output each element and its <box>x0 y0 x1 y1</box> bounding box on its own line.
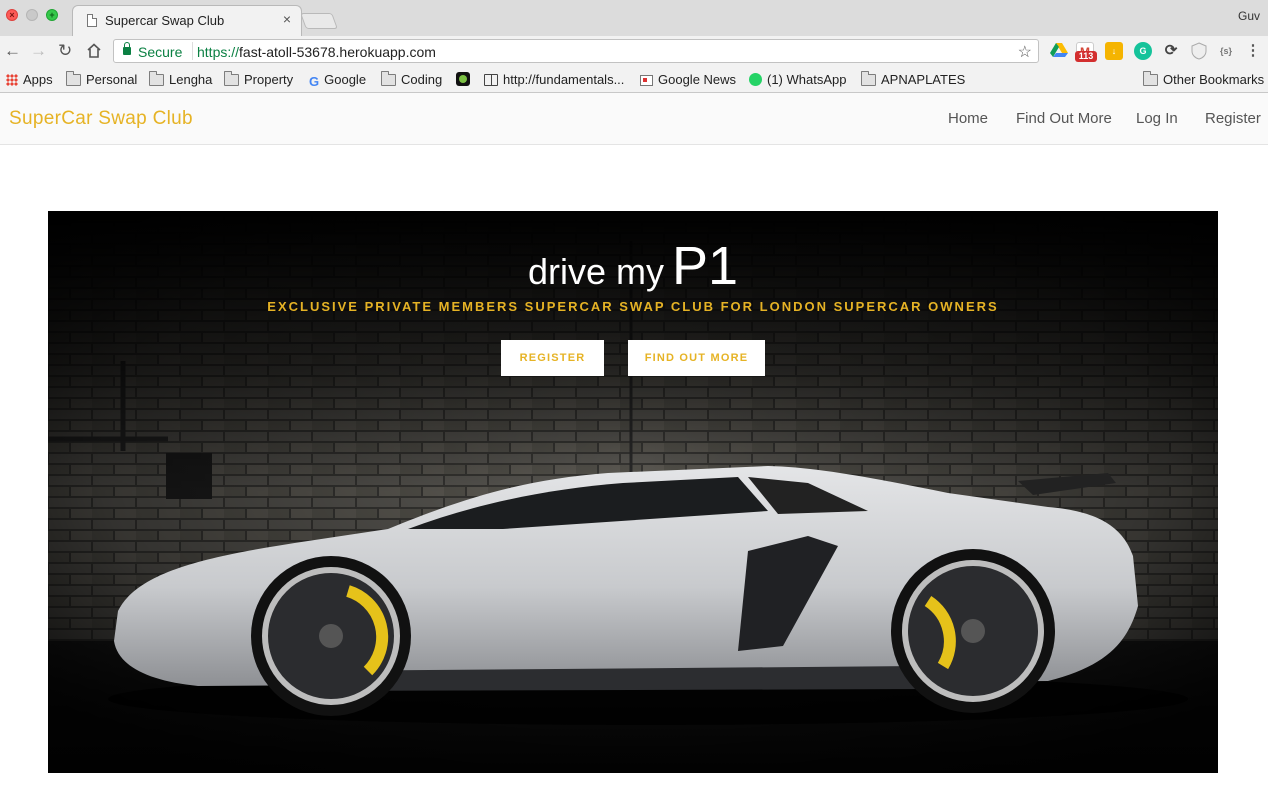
hero-find-out-more-button[interactable]: FIND OUT MORE <box>628 340 765 376</box>
url-scheme: https:// <box>197 44 240 60</box>
json-extension-icon[interactable]: {s} <box>1217 42 1235 60</box>
folder-icon <box>381 71 396 86</box>
browser-tab[interactable]: Supercar Swap Club × <box>72 5 302 36</box>
new-tab-button[interactable] <box>300 13 338 29</box>
bookmark-apnaplates[interactable]: APNAPLATES <box>861 71 965 87</box>
tab-title: Supercar Swap Club <box>105 13 225 28</box>
bookmark-google-news[interactable]: Google News <box>640 72 736 87</box>
close-window-button[interactable]: × <box>6 9 18 21</box>
hero-section: drive my P1 EXCLUSIVE PRIVATE MEMBERS SUP… <box>48 211 1218 773</box>
green-dot-icon <box>456 72 470 86</box>
url-host: fast-atoll-53678.herokuapp.com <box>239 44 436 60</box>
hero-headline: drive my P1 <box>48 235 1218 297</box>
folder-icon <box>224 71 239 86</box>
book-icon <box>484 74 498 86</box>
nav-log-in[interactable]: Log In <box>1136 110 1178 127</box>
more-menu-icon[interactable]: ⋮ <box>1244 42 1262 60</box>
whatsapp-icon <box>749 73 762 86</box>
nav-find-out-more[interactable]: Find Out More <box>1016 110 1112 127</box>
address-bar[interactable]: Secure https://fast-atoll-53678.herokuap… <box>113 39 1039 63</box>
hero-headline-prefix: drive my <box>527 251 664 292</box>
grammarly-icon[interactable]: G <box>1134 42 1152 60</box>
apps-grid-icon <box>6 74 18 86</box>
bookmark-property[interactable]: Property <box>224 71 293 87</box>
folder-icon <box>1143 71 1158 86</box>
bookmark-apps[interactable]: Apps <box>6 72 53 87</box>
bookmark-google[interactable]: G Google <box>309 72 366 89</box>
site-brand-link[interactable]: SuperCar Swap Club <box>9 108 193 130</box>
lock-icon <box>123 42 131 55</box>
sync-extension-icon[interactable]: ⟳ <box>1162 42 1180 60</box>
bookmark-fundamentals[interactable]: http://fundamentals... <box>484 72 624 87</box>
folder-icon <box>861 71 876 86</box>
folder-icon <box>66 71 81 86</box>
download-extension-icon[interactable]: ↓ <box>1105 42 1123 60</box>
folder-icon <box>149 71 164 86</box>
nav-home[interactable]: Home <box>948 110 988 127</box>
shield-extension-icon[interactable] <box>1191 42 1207 60</box>
profile-name[interactable]: Guv <box>1238 9 1260 23</box>
tab-close-button[interactable]: × <box>283 11 291 27</box>
back-arrow-icon[interactable]: ← <box>4 41 21 61</box>
forward-arrow-icon[interactable]: → <box>30 41 47 61</box>
bookmark-whatsapp[interactable]: (1) WhatsApp <box>749 72 846 87</box>
hero-tagline: EXCLUSIVE PRIVATE MEMBERS SUPERCAR SWAP … <box>267 299 999 314</box>
browser-tabstrip: × + Supercar Swap Club × Guv <box>0 0 1268 36</box>
bookmark-coding[interactable]: Coding <box>381 71 442 87</box>
secure-label: Secure <box>138 44 183 60</box>
news-icon <box>640 75 653 86</box>
google-icon: G <box>309 74 320 89</box>
hero-headline-model: P1 <box>671 236 739 296</box>
reload-icon[interactable]: ↻ <box>58 41 72 61</box>
nav-register[interactable]: Register <box>1205 110 1261 127</box>
site-navbar: SuperCar Swap Club Home Find Out More Lo… <box>0 93 1268 145</box>
bookmark-star-icon[interactable]: ☆ <box>1018 42 1032 62</box>
fullscreen-window-button[interactable]: + <box>46 9 58 21</box>
bookmarks-bar: Apps Personal Lengha Property G Google Co… <box>0 67 1268 93</box>
google-drive-icon[interactable] <box>1050 42 1068 58</box>
bookmark-green-dot[interactable] <box>456 72 475 87</box>
address-divider <box>192 42 193 60</box>
other-bookmarks[interactable]: Other Bookmarks <box>1143 71 1264 87</box>
browser-toolbar: ← → ↻ Secure https://fast-atoll-53678.he… <box>0 36 1268 67</box>
bookmark-lengha[interactable]: Lengha <box>149 71 212 87</box>
bookmark-personal[interactable]: Personal <box>66 71 137 87</box>
url-text[interactable]: https://fast-atoll-53678.herokuapp.com <box>197 44 436 60</box>
minimize-window-button[interactable] <box>26 9 38 21</box>
home-icon[interactable] <box>86 43 102 58</box>
page-icon <box>87 14 97 27</box>
hero-register-button[interactable]: REGISTER <box>501 340 604 376</box>
gmail-badge: 113 <box>1075 51 1097 62</box>
